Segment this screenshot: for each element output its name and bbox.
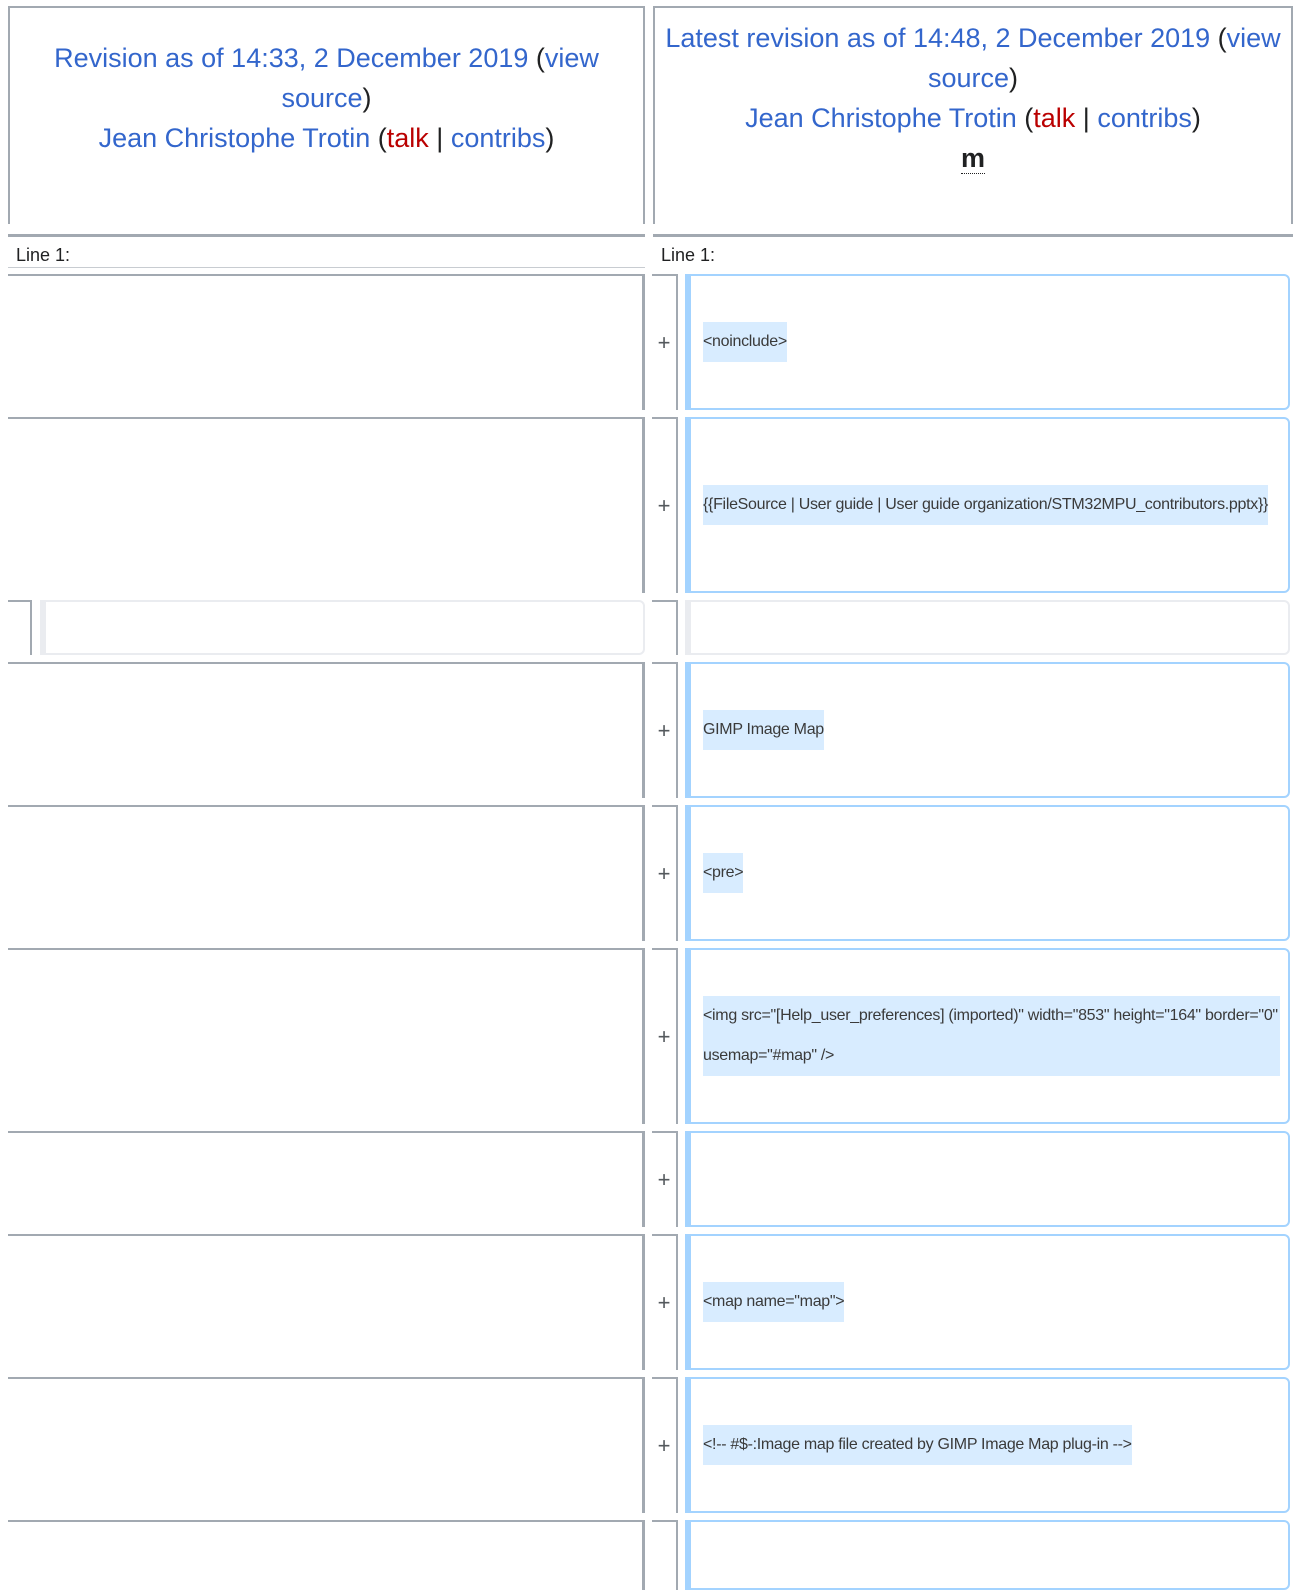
context-marker-left bbox=[8, 600, 32, 655]
added-line-marker: + bbox=[652, 1377, 678, 1513]
old-revision-header: Revision as of 14:33, 2 December 2019 (v… bbox=[8, 6, 645, 224]
added-line-marker: + bbox=[652, 1234, 678, 1370]
new-author-contribs-link[interactable]: contribs bbox=[1097, 103, 1192, 133]
added-line-cell: <noinclude> bbox=[685, 274, 1290, 410]
added-line-cell: <img src="[Help_user_preferences] (impor… bbox=[685, 948, 1290, 1124]
separator: | bbox=[1075, 103, 1098, 133]
added-line-cell: <!-- #$-:Image map file created by GIMP … bbox=[685, 1377, 1290, 1513]
context-line-right bbox=[685, 600, 1290, 655]
old-revision-link[interactable]: Revision as of 14:33, 2 December 2019 bbox=[54, 43, 528, 73]
added-line-marker bbox=[652, 1520, 678, 1590]
empty-left-cell bbox=[8, 948, 645, 1124]
new-revision-link[interactable]: Latest revision as of 14:48, 2 December … bbox=[665, 23, 1210, 53]
added-line-cell bbox=[685, 1131, 1290, 1227]
diff-row: + <pre> bbox=[0, 805, 1298, 941]
diff-row: + <map name="map"> bbox=[0, 1234, 1298, 1370]
added-line-cell: {{FileSource | User guide | User guide o… bbox=[685, 417, 1290, 593]
empty-left-cell bbox=[8, 662, 645, 798]
paren-close: ) bbox=[1009, 63, 1019, 93]
new-author-talk-link[interactable]: talk bbox=[1033, 103, 1075, 133]
empty-left-cell bbox=[8, 1234, 645, 1370]
minor-edit-flag: m bbox=[960, 143, 985, 174]
empty-left-cell bbox=[8, 274, 645, 410]
added-line-marker: + bbox=[652, 274, 678, 410]
empty-left-cell bbox=[8, 1520, 645, 1590]
diff-row: + {{FileSource | User guide | User guide… bbox=[0, 417, 1298, 593]
empty-left-cell bbox=[8, 417, 645, 593]
paren-open: ( bbox=[535, 43, 545, 73]
added-line-cell bbox=[685, 1520, 1290, 1590]
empty-left-cell bbox=[8, 805, 645, 941]
old-author-talk-link[interactable]: talk bbox=[387, 123, 429, 153]
paren-close: ) bbox=[362, 83, 372, 113]
paren-close: ) bbox=[1191, 103, 1201, 133]
added-line-marker: + bbox=[652, 805, 678, 941]
diff-row bbox=[0, 1520, 1298, 1590]
added-line-text: <map name="map"> bbox=[703, 1282, 845, 1322]
diff-row: + GIMP Image Map bbox=[0, 662, 1298, 798]
context-marker-right bbox=[652, 600, 678, 655]
diff-row: + <!-- #$-:Image map file created by GIM… bbox=[0, 1377, 1298, 1513]
old-author-contribs-link[interactable]: contribs bbox=[451, 123, 546, 153]
paren-open: ( bbox=[370, 123, 387, 153]
paren-open: ( bbox=[1016, 103, 1034, 133]
added-line-text: <!-- #$-:Image map file created by GIMP … bbox=[703, 1425, 1132, 1465]
diff-row: + bbox=[0, 1131, 1298, 1227]
context-line-left bbox=[40, 600, 645, 655]
added-line-text: <pre> bbox=[703, 853, 744, 893]
separator: | bbox=[428, 123, 451, 153]
new-author-link[interactable]: Jean Christophe Trotin bbox=[745, 103, 1017, 133]
added-line-marker: + bbox=[652, 417, 678, 593]
empty-left-cell bbox=[8, 1131, 645, 1227]
added-line-text: <noinclude> bbox=[703, 322, 787, 362]
added-line-cell: <map name="map"> bbox=[685, 1234, 1290, 1370]
old-author-link[interactable]: Jean Christophe Trotin bbox=[99, 123, 371, 153]
added-line-marker: + bbox=[652, 948, 678, 1124]
paren-open: ( bbox=[1210, 23, 1227, 53]
new-revision-header: Latest revision as of 14:48, 2 December … bbox=[653, 6, 1293, 224]
added-line-marker: + bbox=[652, 1131, 678, 1227]
paren-close: ) bbox=[545, 123, 555, 153]
context-row bbox=[0, 600, 1298, 655]
empty-left-cell bbox=[8, 1377, 645, 1513]
added-line-text: GIMP Image Map bbox=[703, 710, 824, 750]
line-number-right: Line 1: bbox=[653, 234, 1293, 268]
diff-row: + <noinclude> bbox=[0, 274, 1298, 410]
added-line-text: {{FileSource | User guide | User guide o… bbox=[703, 485, 1268, 525]
line-number-left: Line 1: bbox=[8, 234, 645, 268]
added-line-cell: <pre> bbox=[685, 805, 1290, 941]
diff-row: + <img src="[Help_user_preferences] (imp… bbox=[0, 948, 1298, 1124]
added-line-cell: GIMP Image Map bbox=[685, 662, 1290, 798]
added-line-text: <img src="[Help_user_preferences] (impor… bbox=[703, 996, 1280, 1076]
added-line-marker: + bbox=[652, 662, 678, 798]
